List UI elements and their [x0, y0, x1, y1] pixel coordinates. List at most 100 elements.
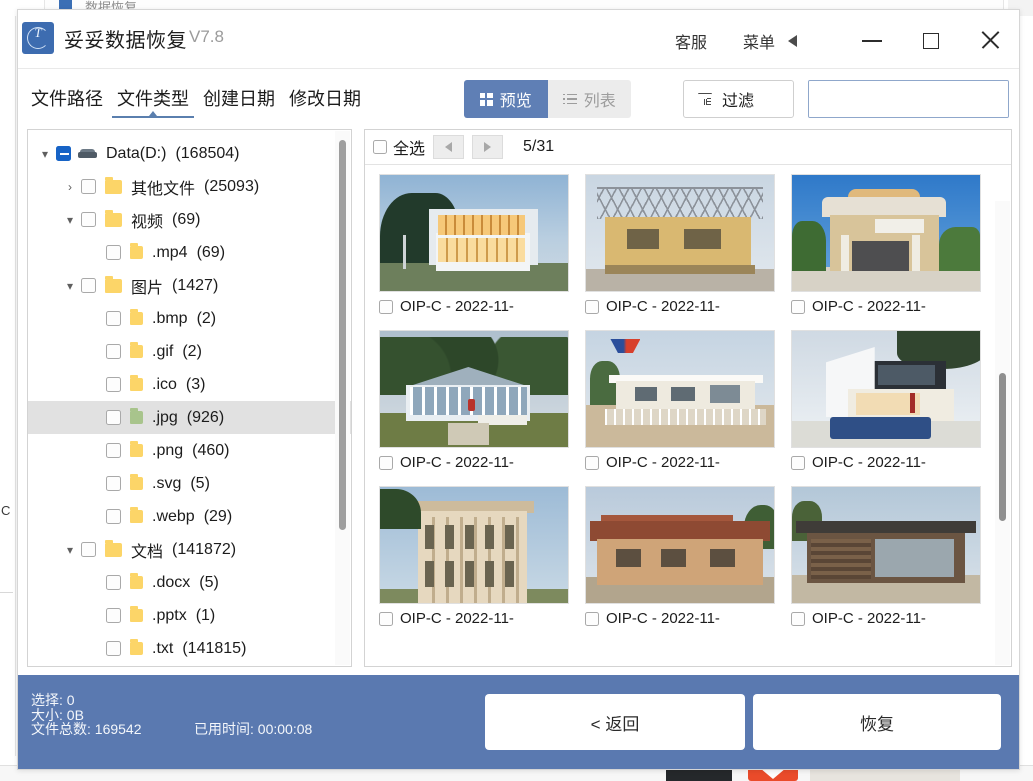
file-cell[interactable]: OIP-C - 2022-11-	[371, 167, 577, 323]
tree-row-checkbox[interactable]	[106, 443, 121, 458]
minimize-button[interactable]	[850, 24, 894, 56]
tree-scrollbar-thumb[interactable]	[339, 140, 346, 530]
file-thumbnail[interactable]	[585, 174, 775, 292]
maximize-icon	[923, 33, 939, 49]
previous-page-button[interactable]	[433, 135, 465, 159]
view-mode-preview-button[interactable]: 预览	[464, 80, 548, 118]
file-caption: OIP-C - 2022-11-	[585, 292, 775, 323]
file-caption: OIP-C - 2022-11-	[791, 448, 981, 479]
tree-row-checkbox[interactable]	[81, 212, 96, 227]
tree-scroll-area[interactable]: ▾ Data(D:) (168504) › 其他文件 (25093) ▾ 视频 (69) .mp4…	[28, 130, 351, 666]
tree-row[interactable]: .docx (5)	[28, 566, 351, 599]
tree-row[interactable]: .bmp (2)	[28, 302, 351, 335]
tab-file-type[interactable]: 文件类型	[110, 81, 196, 121]
tree-row-checkbox[interactable]	[106, 410, 121, 425]
tree-row-checkbox[interactable]	[106, 344, 121, 359]
tree-row-count: (3)	[185, 375, 206, 393]
tree-row[interactable]: .gif (2)	[28, 335, 351, 368]
tree-row-label: .ico	[152, 375, 177, 393]
file-cell[interactable]: OIP-C - 2022-11-	[371, 479, 577, 635]
tree-row-checkbox[interactable]	[81, 542, 96, 557]
tree-row-checkbox[interactable]	[106, 377, 121, 392]
file-cell[interactable]: OIP-C - 2022-11-	[783, 323, 989, 479]
chevron-down-icon[interactable]: ▾	[34, 146, 56, 161]
chevron-right-icon[interactable]: ›	[59, 179, 81, 194]
tree-row[interactable]: .mp4 (69)	[28, 236, 351, 269]
tree-row-checkbox[interactable]	[56, 146, 71, 161]
chevron-down-icon[interactable]: ▾	[59, 212, 81, 227]
tree-row[interactable]: .txt (141815)	[28, 632, 351, 665]
tree-row-checkbox[interactable]	[81, 179, 96, 194]
file-thumbnail[interactable]	[379, 330, 569, 448]
tree-row-checkbox[interactable]	[106, 608, 121, 623]
file-thumbnail[interactable]	[791, 330, 981, 448]
file-cell[interactable]: OIP-C - 2022-11-	[783, 479, 989, 635]
file-thumbnail[interactable]	[791, 486, 981, 604]
tree-row[interactable]: › 其他文件 (25093)	[28, 170, 351, 203]
file-thumbnail[interactable]	[379, 486, 569, 604]
tree-row-checkbox[interactable]	[106, 641, 121, 656]
select-all-label: 全选	[393, 141, 426, 158]
maximize-button[interactable]	[909, 24, 953, 56]
tree-row-checkbox[interactable]	[106, 311, 121, 326]
preview-scrollbar-thumb[interactable]	[999, 373, 1006, 521]
file-cell[interactable]: OIP-C - 2022-11-	[371, 323, 577, 479]
file-cell[interactable]: OIP-C - 2022-11-	[577, 323, 783, 479]
file-select-checkbox[interactable]	[585, 455, 599, 470]
tree-row-checkbox[interactable]	[106, 245, 121, 260]
filter-button[interactable]: 过滤	[683, 80, 794, 118]
file-select-checkbox[interactable]	[379, 455, 393, 470]
support-button[interactable]: 客服	[675, 29, 707, 53]
back-button[interactable]: < 返回	[485, 694, 745, 750]
file-select-checkbox[interactable]	[379, 299, 393, 314]
tree-row[interactable]: .webp (29)	[28, 500, 351, 533]
file-cell[interactable]: OIP-C - 2022-11-	[577, 479, 783, 635]
tree-row[interactable]: ▾ 视频 (69)	[28, 203, 351, 236]
file-thumbnail[interactable]	[379, 174, 569, 292]
tree-row[interactable]: ▾ 图片 (1427)	[28, 269, 351, 302]
folder-icon	[130, 474, 143, 490]
file-thumbnail[interactable]	[585, 330, 775, 448]
thumbnail-grid-area[interactable]: OIP-C (99).jpgOIP-C (100).jpgOIP-C - 202…	[365, 165, 1011, 666]
select-all-checkbox[interactable]: 全选	[373, 135, 425, 159]
tree-row[interactable]: ▾ 文档 (141872)	[28, 533, 351, 566]
tree-scrollbar[interactable]	[335, 131, 350, 665]
search-input[interactable]	[809, 81, 1008, 117]
file-select-checkbox[interactable]	[585, 611, 599, 626]
next-page-button[interactable]	[472, 135, 504, 159]
tree-row[interactable]: .svg (5)	[28, 467, 351, 500]
tree-row-checkbox[interactable]	[81, 278, 96, 293]
thumbnail-grid: OIP-C (99).jpgOIP-C (100).jpgOIP-C - 202…	[365, 165, 995, 635]
tree-row-checkbox[interactable]	[106, 476, 121, 491]
tab-file-path[interactable]: 文件路径	[24, 81, 110, 121]
tab-modified-date[interactable]: 修改日期	[282, 81, 368, 121]
chevron-down-icon[interactable]: ▾	[59, 278, 81, 293]
file-select-checkbox[interactable]	[585, 299, 599, 314]
file-thumbnail[interactable]	[791, 174, 981, 292]
file-select-checkbox[interactable]	[791, 611, 805, 626]
file-select-checkbox[interactable]	[791, 299, 805, 314]
recover-button[interactable]: 恢复	[753, 694, 1001, 750]
chevron-down-icon[interactable]: ▾	[59, 542, 81, 557]
tree-row[interactable]: .pptx (1)	[28, 599, 351, 632]
file-name: OIP-C - 2022-11-	[400, 454, 514, 471]
file-thumbnail[interactable]	[585, 486, 775, 604]
view-mode-list-button[interactable]: 列表	[547, 80, 631, 118]
file-cell[interactable]: OIP-C - 2022-11-	[783, 167, 989, 323]
close-button[interactable]	[968, 24, 1012, 56]
tree-row[interactable]: .ico (3)	[28, 368, 351, 401]
tree-row[interactable]: .jpg (926)	[28, 401, 351, 434]
tree-row[interactable]: .png (460)	[28, 434, 351, 467]
menu-button[interactable]: 菜单	[743, 29, 775, 53]
tree-row-checkbox[interactable]	[106, 509, 121, 524]
file-select-checkbox[interactable]	[379, 611, 393, 626]
file-cell[interactable]: OIP-C - 2022-11-	[577, 167, 783, 323]
tab-created-date[interactable]: 创建日期	[196, 81, 282, 121]
tree-row-checkbox[interactable]	[106, 575, 121, 590]
file-caption: OIP-C - 2022-11-	[791, 604, 981, 635]
file-select-checkbox[interactable]	[791, 455, 805, 470]
tree-row[interactable]: ▾ Data(D:) (168504)	[28, 137, 351, 170]
preview-scrollbar[interactable]	[995, 201, 1010, 665]
select-all-box-icon	[373, 140, 387, 154]
caret-left-icon[interactable]	[788, 35, 797, 47]
